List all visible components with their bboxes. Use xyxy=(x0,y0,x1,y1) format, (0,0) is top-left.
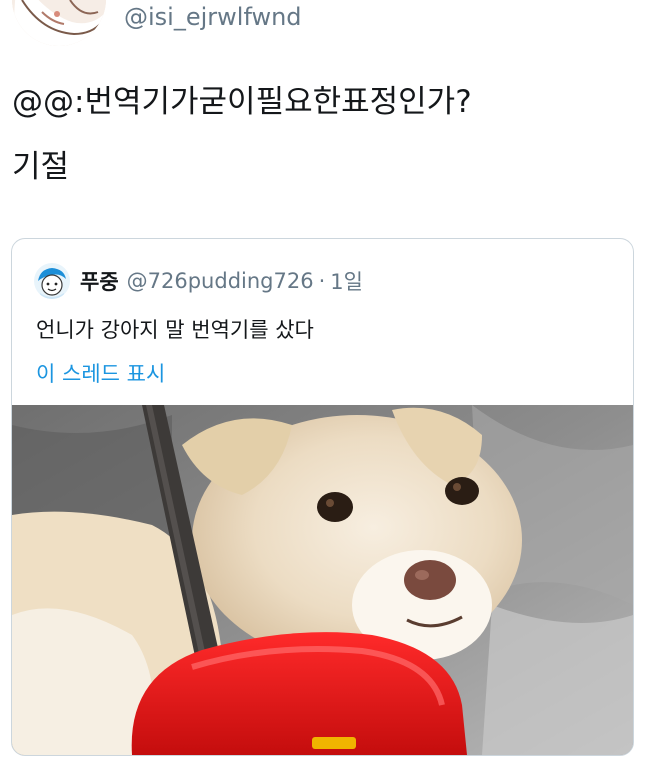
quoted-tweet-text: 언니가 강아지 말 번역기를 샀다 xyxy=(36,318,314,342)
tweet-header: @isi_ejrwlfwnd xyxy=(0,0,645,60)
tweet-text-line-1: @@:번역기가굳이필요한표정인가? xyxy=(12,84,472,120)
quoted-avatar-icon xyxy=(34,263,70,299)
quoted-tweet-header: 푸중 @726pudding726 · 1일 xyxy=(34,261,363,301)
quoted-handle[interactable]: @726pudding726 xyxy=(127,269,314,293)
show-thread-link[interactable]: 이 스레드 표시 xyxy=(36,359,165,389)
quoted-display-name[interactable]: 푸중 xyxy=(80,266,119,296)
tweet-text-line-2: 기절 xyxy=(12,149,70,185)
avatar-illustration-icon xyxy=(12,0,106,46)
quoted-separator: · xyxy=(318,269,326,293)
quoted-tweet-photo[interactable] xyxy=(12,405,633,755)
user-avatar[interactable] xyxy=(12,0,106,46)
quoted-user-avatar[interactable] xyxy=(34,263,70,299)
quoted-tweet-card[interactable]: 푸중 @726pudding726 · 1일 언니가 강아지 말 번역기를 샀다… xyxy=(11,238,634,756)
user-handle[interactable]: @isi_ejrwlfwnd xyxy=(124,0,302,34)
quoted-timestamp[interactable]: 1일 xyxy=(330,266,363,296)
dog-photo-icon xyxy=(12,405,633,755)
